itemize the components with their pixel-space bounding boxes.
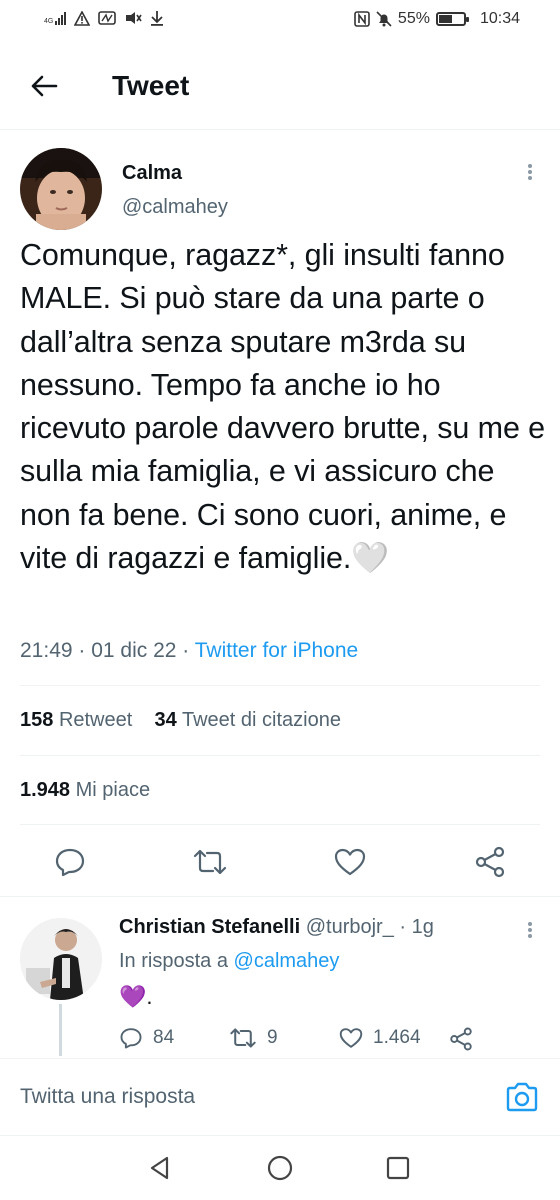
reply-actions: 84 9 1.464 [119,1027,539,1057]
nfc-icon [98,11,117,25]
reply-icon [120,1028,142,1049]
retweet-button[interactable] [190,842,230,882]
white-heart-emoji: 🤍 [351,541,390,576]
heart-icon [334,848,366,876]
like-button[interactable] [330,842,370,882]
tweet-date: 01 dic 22 [91,639,177,662]
more-vertical-icon [528,164,532,168]
battery-percent: 55% [397,10,430,27]
retweets-count: 158 [20,709,54,731]
reply-retweet-button[interactable]: 9 [229,1027,278,1049]
likes-label: Mi piace [75,779,151,801]
in-reply-to-mention[interactable]: @calmahey [234,950,340,972]
reply-likes-count: 1.464 [373,1027,421,1048]
retweet-stats: 158 Retweet 34 Tweet di citazione [20,709,341,732]
page-title: Tweet [112,70,190,101]
reply-retweets-count: 9 [267,1027,278,1048]
more-options-button[interactable] [520,160,540,184]
retweet-icon [230,1028,256,1048]
reply-more-options-button[interactable] [520,918,540,942]
divider [20,824,540,825]
more-vertical-icon [528,922,532,926]
quotes-link[interactable]: 34 Tweet di citazione [155,709,341,731]
quotes-count: 34 [154,709,177,731]
download-icon [151,11,164,26]
likes-link[interactable]: 1.948 Mi piace [20,779,150,802]
square-recents-icon [386,1156,410,1180]
reply-input[interactable]: Twitta una risposta [20,1085,195,1109]
status-left-icons: 4G [44,10,164,26]
battery-fill [438,15,453,23]
share-icon [475,846,505,878]
author-avatar[interactable] [20,148,102,230]
camera-button[interactable] [502,1077,542,1117]
reply-text-suffix: . [146,984,153,1009]
reply-replies-count: 84 [153,1027,175,1048]
thread-line [59,1004,62,1056]
reply-age: 1g [411,916,434,938]
reply-text: 💜. [119,984,153,1010]
warning-icon [74,10,91,26]
top-app-bar: Tweet [0,44,560,130]
nfc-icon [354,11,370,27]
battery-icon [435,12,469,26]
purple-heart-emoji: 💜 [119,984,147,1009]
retweets-label: Retweet [58,709,133,731]
tweet-actions [0,842,560,882]
status-bar: 4G 55% 10:34 [0,0,560,44]
likes-count: 1.948 [20,779,71,801]
mute-icon [126,12,143,24]
nav-home-button[interactable] [264,1152,296,1184]
status-time: 10:34 [479,10,520,27]
tweet-client-link[interactable]: Twitter for iPhone [195,639,358,662]
retweets-link[interactable]: 158 Retweet [20,709,132,731]
reply-avatar-image [20,918,102,1000]
back-button[interactable] [24,66,64,106]
system-navigation-bar [0,1136,560,1200]
arrow-left-icon [31,75,58,97]
signal-icon: 4G [44,11,67,25]
nav-back-button[interactable] [144,1152,176,1184]
reply-author-handle[interactable]: @turbojr_ [306,916,394,938]
triangle-back-icon [150,1156,169,1180]
status-right-icons: 55% 10:34 [354,10,520,28]
reply-like-button[interactable]: 1.464 [339,1027,421,1049]
avatar-image [20,148,102,230]
reply-author-name[interactable]: Christian Stefanelli [119,916,300,938]
camera-icon [506,1082,538,1112]
divider [20,755,540,756]
share-button[interactable] [470,842,510,882]
reply-separator: · [399,916,407,938]
reply-button[interactable] [50,842,90,882]
share-icon [450,1027,472,1051]
retweet-icon [193,849,227,875]
reply-share-button[interactable] [449,1027,473,1051]
reply-reply-button[interactable]: 84 [119,1027,174,1049]
divider [20,685,540,686]
nav-recents-button[interactable] [382,1152,414,1184]
reply-composer[interactable]: Twitta una risposta [0,1058,560,1136]
quotes-label: Tweet di citazione [182,709,341,731]
author-name[interactable]: Calma [122,162,182,185]
tweet-text: Comunque, ragazz*, gli insulti fanno MAL… [20,234,550,580]
bell-off-icon [376,11,392,27]
tweet-time: 21:49 [20,639,73,662]
network-type: 4G [44,18,54,25]
tweet-meta: 21:49 · 01 dic 22 · Twitter for iPhone [20,639,359,662]
in-reply-to: In risposta a @calmahey [119,950,339,973]
reply-author-avatar[interactable] [20,918,102,1000]
reply-tweet[interactable]: Christian Stefanelli @turbojr_ · 1g In r… [0,896,560,1056]
author-handle[interactable]: @calmahey [122,196,228,219]
reply-header: Christian Stefanelli @turbojr_ · 1g [119,916,434,939]
heart-icon [339,1028,363,1048]
reply-icon [55,848,85,877]
in-reply-to-label: In risposta a [119,950,228,972]
circle-home-icon [267,1155,293,1181]
tweet-body: Comunque, ragazz*, gli insulti fanno MAL… [20,238,546,576]
